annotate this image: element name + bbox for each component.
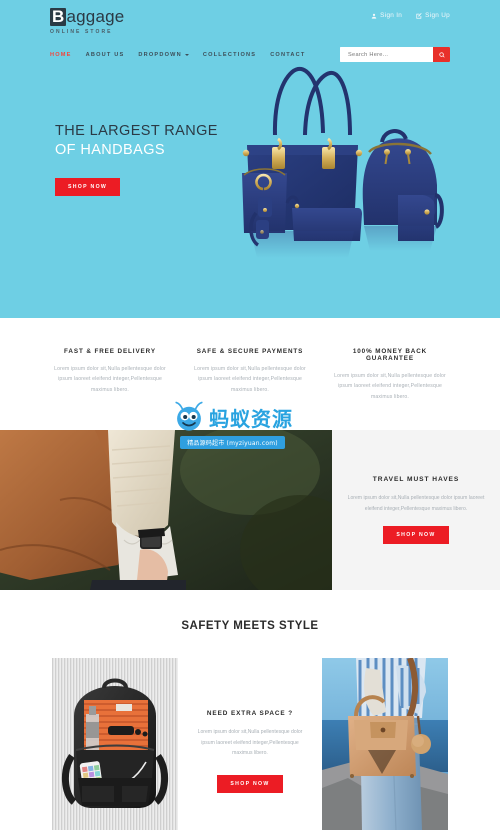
feature-text: Lorem ipsum dolor sit,Nulla pellentesque… xyxy=(334,373,446,400)
safety-section: SAFETY MEETS STYLE NEED EXTRA SPACE ? Lo… xyxy=(0,590,500,831)
hero-shop-now-button[interactable]: SHOP NOW xyxy=(55,178,121,197)
nav-label-home: HOME xyxy=(50,51,72,58)
safety-cards: NEED EXTRA SPACE ? Lorem ipsum dolor sit… xyxy=(0,658,500,831)
safety-shop-now-button[interactable]: SHOP NOW xyxy=(217,774,283,793)
feature-title: 100% MONEY BACK GUARANTEE xyxy=(352,348,428,362)
page-root: Baggage ONLINE STORE Sign In Sign Up HOM… xyxy=(0,0,500,838)
hero-copy: THE LARGEST RANGE OF HANDBAGS SHOP NOW xyxy=(0,122,500,197)
travel-band-title: TRAVEL MUST HAVES xyxy=(372,476,460,484)
nav-label-about-us: ABOUT US xyxy=(85,51,125,58)
hero-headline-line2: OF HANDBAGS xyxy=(55,141,165,158)
feature-item-payments: SAFE & SECURE PAYMENTS Lorem ipsum dolor… xyxy=(180,348,320,402)
sign-in-label: Sign In xyxy=(380,12,403,19)
travel-band-image xyxy=(0,430,332,591)
search-icon xyxy=(438,51,445,58)
user-icon xyxy=(371,13,377,19)
safety-card-title: NEED EXTRA SPACE ? xyxy=(206,710,294,718)
safety-card-text: Lorem ipsum dolor sit,Nulla pellentesque… xyxy=(197,729,303,757)
travel-band-section: TRAVEL MUST HAVES Lorem ipsum dolor sit,… xyxy=(0,430,500,591)
safety-right-image xyxy=(322,658,448,831)
feature-title: SAFE & SECURE PAYMENTS xyxy=(196,348,304,355)
header-navrow: HOME ABOUT US DROPDOWN COLLECTIONS CONTA… xyxy=(0,47,500,62)
safety-card-content: NEED EXTRA SPACE ? Lorem ipsum dolor sit… xyxy=(178,658,322,793)
feature-item-delivery: FAST & FREE DELIVERY Lorem ipsum dolor s… xyxy=(40,348,180,402)
feature-item-guarantee: 100% MONEY BACK GUARANTEE Lorem ipsum do… xyxy=(320,348,460,402)
safety-title: SAFETY MEETS STYLE xyxy=(181,620,319,633)
feature-title: FAST & FREE DELIVERY xyxy=(64,348,156,355)
edit-pencil-icon xyxy=(416,12,422,19)
features-section: FAST & FREE DELIVERY Lorem ipsum dolor s… xyxy=(0,318,500,431)
main-navigation: HOME ABOUT US DROPDOWN COLLECTIONS CONTA… xyxy=(50,52,306,58)
logo-tagline: ONLINE STORE xyxy=(50,29,113,35)
feature-text: Lorem ipsum dolor sit,Nulla pellentesque… xyxy=(194,366,306,393)
nav-item-collections[interactable]: COLLECTIONS xyxy=(203,52,256,58)
hero-section: Baggage ONLINE STORE Sign In Sign Up HOM… xyxy=(0,0,500,318)
sign-up-link[interactable]: Sign Up xyxy=(416,12,450,19)
nav-label-collections: COLLECTIONS xyxy=(202,51,257,58)
travel-band-text: Lorem ipsum dolor sit,Nulla pellentesque… xyxy=(347,495,485,512)
travel-shop-now-button[interactable]: SHOP NOW xyxy=(383,526,449,545)
sign-in-link[interactable]: Sign In xyxy=(371,12,402,19)
header-topbar: Baggage ONLINE STORE Sign In Sign Up xyxy=(0,0,500,35)
search-box xyxy=(340,47,450,62)
nav-item-contact[interactable]: CONTACT xyxy=(270,52,305,58)
sign-up-label: Sign Up xyxy=(425,12,450,19)
logo-initial: B xyxy=(50,7,67,26)
feature-text: Lorem ipsum dolor sit,Nulla pellentesque… xyxy=(54,366,166,393)
search-input[interactable] xyxy=(340,47,433,62)
search-button[interactable] xyxy=(433,47,450,62)
logo-rest: aggage xyxy=(66,7,125,26)
hero-cta-wrap: SHOP NOW xyxy=(55,175,500,197)
hero-headline-line1: THE LARGEST RANGE xyxy=(55,123,218,139)
site-logo[interactable]: Baggage ONLINE STORE xyxy=(50,8,124,35)
chevron-down-icon xyxy=(184,53,189,56)
nav-item-home[interactable]: HOME xyxy=(50,52,72,58)
safety-left-image xyxy=(52,658,178,831)
travel-band-content: TRAVEL MUST HAVES Lorem ipsum dolor sit,… xyxy=(332,430,500,591)
nav-item-about-us[interactable]: ABOUT US xyxy=(86,52,125,58)
account-links: Sign In Sign Up xyxy=(371,8,450,19)
logo-text: Baggage xyxy=(50,8,124,26)
nav-label-contact: CONTACT xyxy=(270,51,306,58)
nav-item-dropdown[interactable]: DROPDOWN xyxy=(138,51,189,58)
nav-label-dropdown: DROPDOWN xyxy=(138,51,182,58)
